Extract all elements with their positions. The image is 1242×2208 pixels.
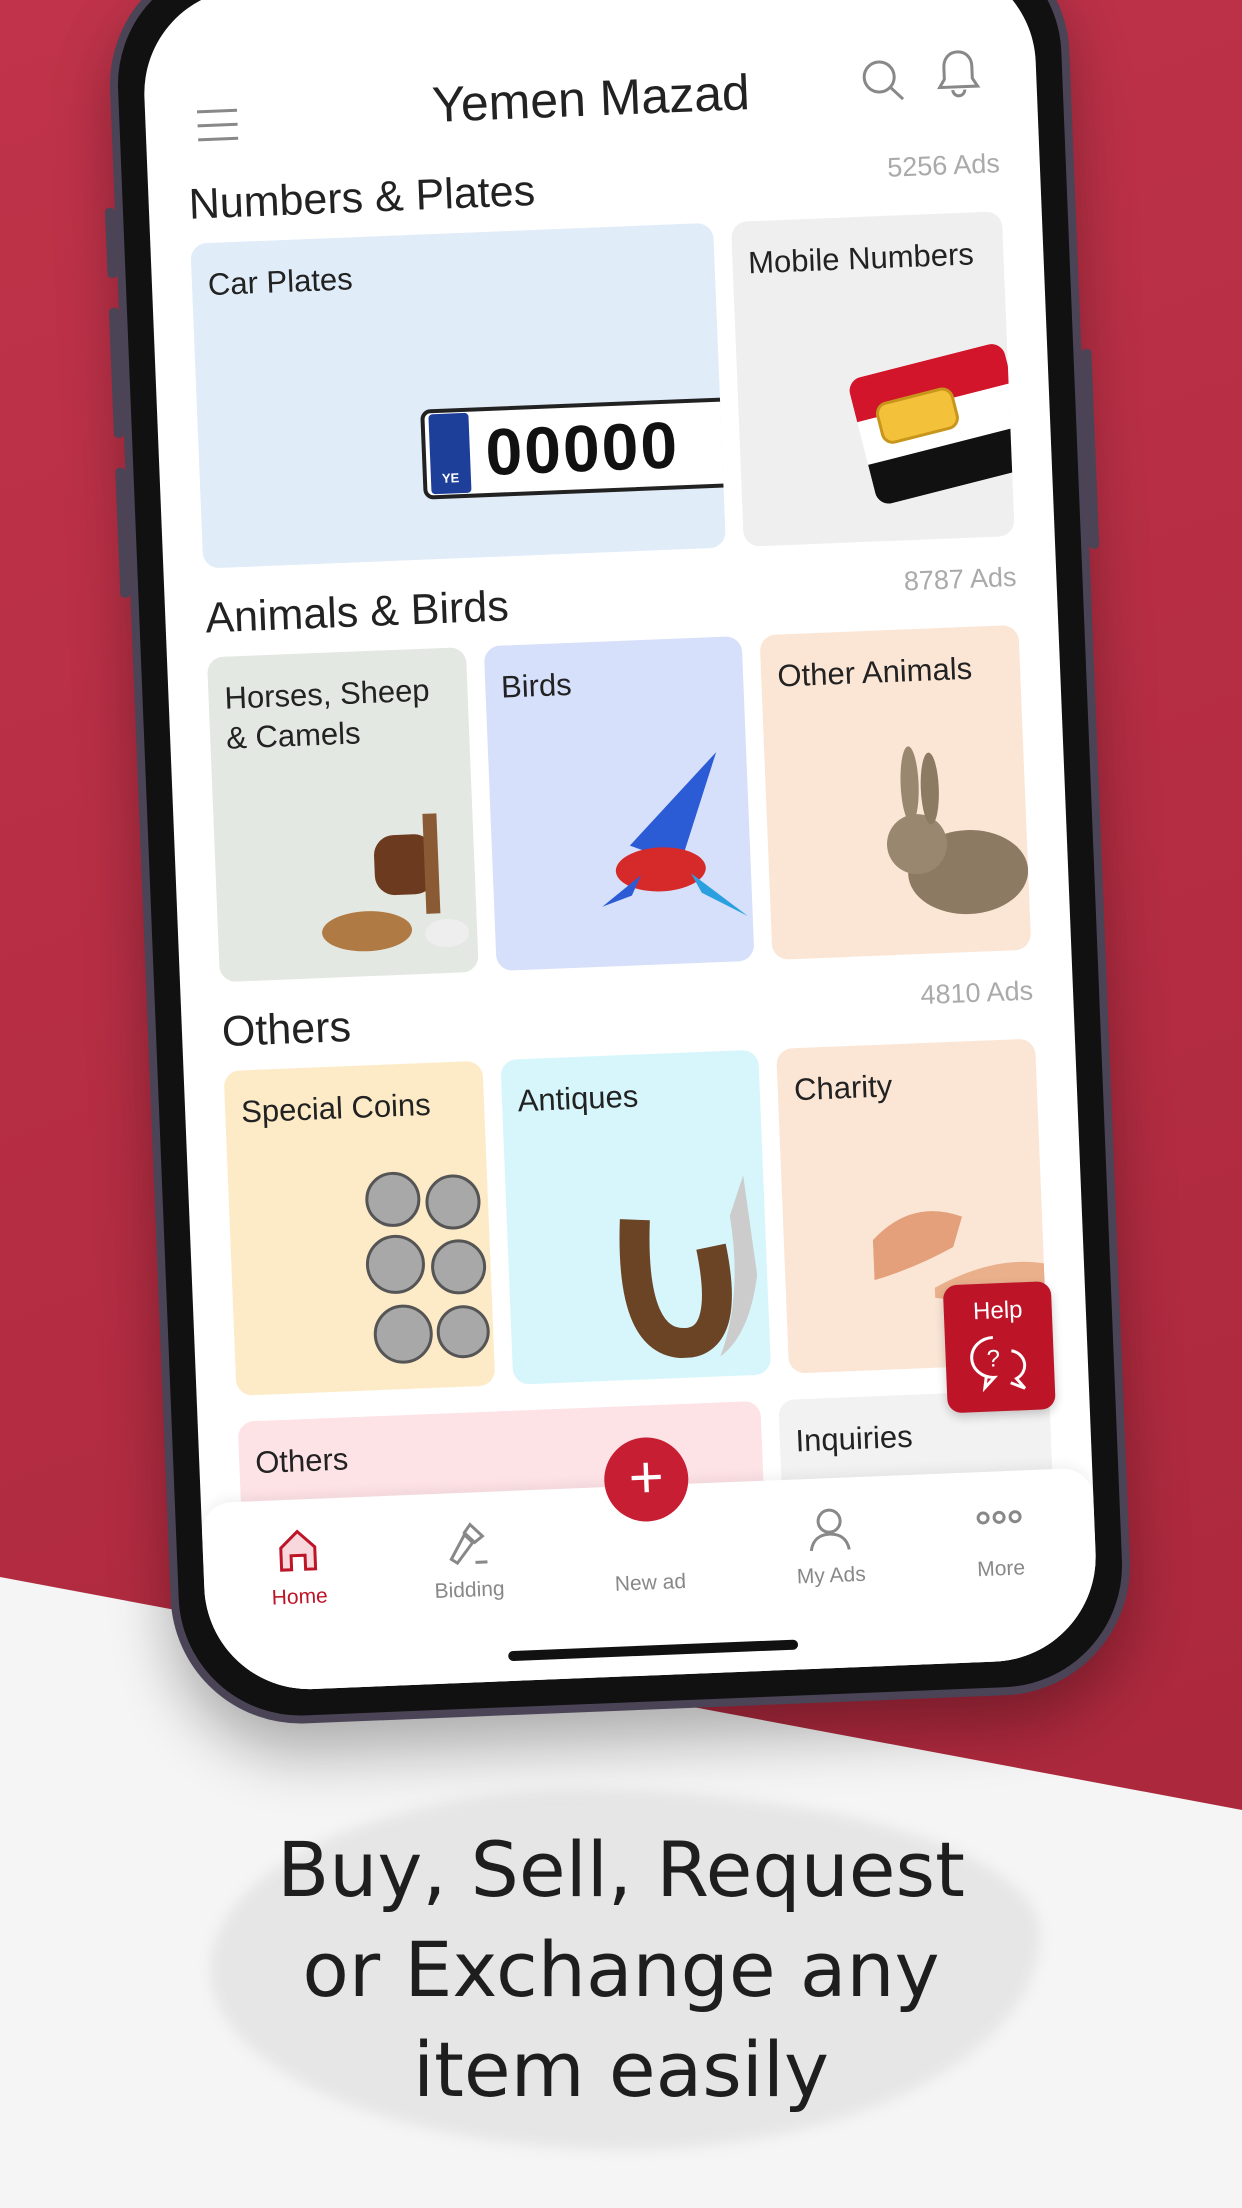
dagger-image xyxy=(619,1175,758,1358)
home-indicator xyxy=(508,1639,799,1662)
tab-my-ads[interactable]: My Ads xyxy=(753,1501,906,1591)
user-icon xyxy=(809,1508,851,1552)
card-car-plates[interactable]: Car Plates YE 00000 xyxy=(190,222,726,569)
tab-bidding[interactable]: Bidding xyxy=(392,1516,545,1606)
section-animals-birds: Animals & Birds 8787 Ads Horses, Sheep & … xyxy=(164,560,1071,983)
coins-image xyxy=(365,1171,490,1364)
card-special-coins[interactable]: Special Coins xyxy=(223,1060,496,1396)
section-title: Animals & Birds xyxy=(204,582,510,643)
side-button xyxy=(104,207,118,279)
tagline: Buy, Sell, Request or Exchange any item … xyxy=(277,1825,965,2114)
more-dots-icon xyxy=(976,1510,1022,1525)
animals-image xyxy=(321,813,469,952)
tab-more[interactable]: More xyxy=(923,1494,1076,1584)
sim-card-image xyxy=(846,341,1015,507)
section-title: Others xyxy=(221,1002,352,1057)
tab-new-ad[interactable]: New ad xyxy=(575,1568,726,1598)
help-button[interactable]: Help ? xyxy=(942,1281,1056,1414)
help-chat-icon: ? xyxy=(970,1335,1027,1393)
tab-home[interactable]: Home xyxy=(222,1523,375,1613)
home-icon xyxy=(279,1529,318,1572)
card-mobile-numbers[interactable]: Mobile Numbers xyxy=(730,211,1015,547)
rabbit-image xyxy=(887,746,1029,915)
ads-count: 4810 Ads xyxy=(919,975,1034,1011)
app-screen: Yemen Mazad Numbers & Plates 5256 Ads Car… xyxy=(140,0,1100,1694)
gavel-icon xyxy=(449,1522,488,1566)
card-other-animals[interactable]: Other Animals xyxy=(759,624,1032,960)
bottom-tab-bar: + Home Bidding New ad My Ads More xyxy=(200,1435,1100,1694)
card-birds[interactable]: Birds xyxy=(483,635,755,972)
bell-icon[interactable] xyxy=(934,47,982,101)
car-plate-image: YE 00000 xyxy=(419,396,726,500)
card-antiques[interactable]: Antiques xyxy=(500,1049,772,1385)
search-icon[interactable] xyxy=(859,57,907,105)
phone-frame: Yemen Mazad Numbers & Plates 5256 Ads Car… xyxy=(104,0,1136,1729)
ads-count: 5256 Ads xyxy=(886,148,1001,183)
section-numbers-plates: Numbers & Plates 5256 Ads Car Plates YE 00… xyxy=(148,147,1055,570)
ads-count: 8787 Ads xyxy=(903,561,1017,597)
parrot-image xyxy=(602,752,749,916)
card-horses-sheep-camels[interactable]: Horses, Sheep & Camels xyxy=(206,647,479,983)
svg-text:?: ? xyxy=(986,1345,1000,1373)
